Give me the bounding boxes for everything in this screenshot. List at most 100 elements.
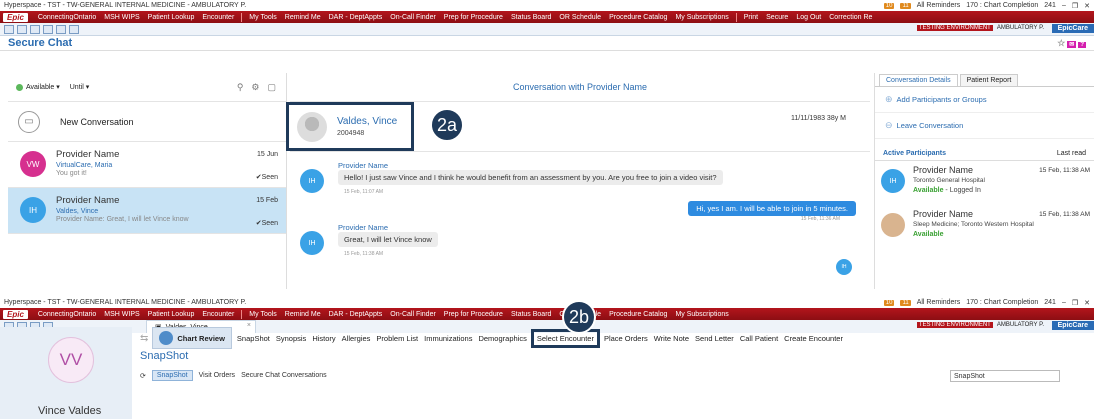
tab-snapshot[interactable]: SnapShot bbox=[235, 331, 272, 346]
create-encounter-button[interactable]: Create Encounter bbox=[782, 331, 845, 346]
menu-item[interactable]: OR Schedule bbox=[559, 14, 601, 21]
close-icon[interactable]: ✕ bbox=[1084, 299, 1090, 307]
menu-item[interactable]: Prep for Procedure bbox=[444, 311, 503, 318]
refresh-icon[interactable]: ⟳ bbox=[140, 372, 146, 380]
alert-badge[interactable]: 10 bbox=[883, 299, 895, 306]
epic-button[interactable]: Epic bbox=[3, 12, 28, 22]
epiccare-tab[interactable]: EpicCare bbox=[1051, 24, 1094, 33]
tab-patient-report[interactable]: Patient Report bbox=[959, 74, 1019, 86]
menu-item[interactable]: My Subscriptions bbox=[675, 311, 728, 318]
menu-item[interactable]: Encounter bbox=[202, 311, 234, 318]
select-encounter-button[interactable]: Select Encounter bbox=[530, 328, 600, 348]
leave-conversation-link[interactable]: ⊖ Leave Conversation bbox=[875, 113, 1094, 139]
toolbar-icon[interactable] bbox=[43, 24, 53, 34]
conversation-item[interactable]: VW Provider Name VirtualCare, Maria You … bbox=[8, 142, 286, 188]
call-patient-button[interactable]: Call Patient bbox=[738, 331, 780, 346]
menu-item[interactable]: My Tools bbox=[249, 14, 277, 21]
toolbar-icon[interactable] bbox=[17, 24, 27, 34]
minimize-icon[interactable]: – bbox=[1062, 2, 1066, 9]
epic-menubar: Epic ConnectingOntario MSH WIPS Patient … bbox=[0, 308, 1094, 320]
toolbar-icon[interactable] bbox=[56, 24, 66, 34]
reminder-badge[interactable]: 11 bbox=[900, 299, 911, 306]
inbox-count[interactable]: 241 bbox=[1044, 299, 1056, 306]
menu-item[interactable]: ConnectingOntario bbox=[38, 311, 96, 318]
add-participants-link[interactable]: ⊕ Add Participants or Groups bbox=[875, 87, 1094, 113]
menu-item[interactable]: On-Call Finder bbox=[390, 311, 436, 318]
tab-history[interactable]: History bbox=[310, 331, 337, 346]
all-reminders[interactable]: All Reminders bbox=[917, 299, 961, 306]
tab-immunizations[interactable]: Immunizations bbox=[422, 331, 474, 346]
back-forward-icon[interactable]: ⇆ bbox=[140, 333, 148, 344]
alert-badge[interactable]: 10 bbox=[883, 2, 895, 9]
inbox-count[interactable]: 241 bbox=[1044, 2, 1056, 9]
epic-button[interactable]: Epic bbox=[3, 309, 28, 319]
callout-2a: 2a bbox=[430, 108, 464, 142]
settings-icon[interactable]: ⚙ bbox=[251, 82, 259, 93]
menu-item[interactable]: My Subscriptions bbox=[675, 14, 728, 21]
tab-demographics[interactable]: Demographics bbox=[476, 331, 528, 346]
menu-item[interactable]: Patient Lookup bbox=[148, 14, 195, 21]
all-reminders[interactable]: All Reminders bbox=[917, 2, 961, 9]
maximize-icon[interactable]: ❐ bbox=[1072, 299, 1078, 307]
compose-icon[interactable]: ▢ bbox=[267, 82, 276, 93]
minimize-icon[interactable]: – bbox=[1062, 299, 1066, 306]
toolbar-icon[interactable] bbox=[30, 24, 40, 34]
print-menu[interactable]: Print bbox=[744, 14, 758, 21]
menu-item[interactable]: Procedure Catalog bbox=[609, 14, 667, 21]
patient-name[interactable]: Valdes, Vince bbox=[337, 116, 397, 127]
secure-chat-conversations-button[interactable]: Secure Chat Conversations bbox=[241, 372, 327, 379]
tab-problem-list[interactable]: Problem List bbox=[374, 331, 420, 346]
menu-item[interactable]: My Tools bbox=[249, 311, 277, 318]
menu-item[interactable]: DAR - DeptAppts bbox=[329, 311, 383, 318]
report-search-input[interactable] bbox=[950, 370, 1060, 382]
maximize-icon[interactable]: ❐ bbox=[1072, 2, 1078, 10]
help-icon[interactable]: ? bbox=[1078, 42, 1086, 48]
menu-item[interactable]: DAR - DeptAppts bbox=[329, 14, 383, 21]
tab-conversation-details[interactable]: Conversation Details bbox=[879, 74, 958, 86]
epiccare-tab[interactable]: EpicCare bbox=[1051, 321, 1094, 330]
chart-completion[interactable]: 170 : Chart Completion bbox=[966, 2, 1038, 9]
chat-icon[interactable] bbox=[69, 24, 79, 34]
participant-org: Sleep Medicine; Toronto Western Hospital bbox=[913, 221, 1034, 228]
toolbar-icon[interactable] bbox=[4, 24, 14, 34]
menu-item[interactable]: Encounter bbox=[202, 14, 234, 21]
menu-item[interactable]: Remind Me bbox=[285, 14, 321, 21]
menu-item[interactable]: Prep for Procedure bbox=[444, 14, 503, 21]
tab-synopsis[interactable]: Synopsis bbox=[274, 331, 308, 346]
patient-avatar[interactable]: VV bbox=[48, 337, 94, 383]
visit-orders-button[interactable]: Visit Orders bbox=[199, 372, 235, 379]
avatar: IH bbox=[881, 169, 905, 193]
menu-item[interactable]: On-Call Finder bbox=[390, 14, 436, 21]
menu-item[interactable]: Patient Lookup bbox=[148, 311, 195, 318]
chart-review-button[interactable]: Chart Review bbox=[152, 327, 232, 349]
storyboard-patient-name[interactable]: Vince Valdes bbox=[38, 405, 101, 417]
secure-menu[interactable]: Secure bbox=[766, 14, 788, 21]
menu-item[interactable]: MSH WIPS bbox=[104, 311, 139, 318]
reminder-badge[interactable]: 11 bbox=[900, 2, 911, 9]
place-orders-button[interactable]: Place Orders bbox=[602, 331, 650, 346]
provider-photo-icon bbox=[881, 213, 905, 237]
chart-completion[interactable]: 170 : Chart Completion bbox=[966, 299, 1038, 306]
send-letter-button[interactable]: Send Letter bbox=[693, 331, 736, 346]
until-dropdown[interactable]: Until ▾ bbox=[70, 83, 89, 91]
mail-icon[interactable]: ✉ bbox=[1067, 41, 1077, 48]
header-provider-name[interactable]: Provider Name bbox=[587, 82, 647, 92]
menu-item[interactable]: ConnectingOntario bbox=[38, 14, 96, 21]
patient-context-box[interactable]: Valdes, Vince 2004948 bbox=[286, 102, 414, 151]
write-note-button[interactable]: Write Note bbox=[652, 331, 691, 346]
header-prefix: Conversation with bbox=[512, 82, 585, 92]
correction-menu[interactable]: Correction Re bbox=[829, 14, 872, 21]
menu-item[interactable]: Procedure Catalog bbox=[609, 311, 667, 318]
close-icon[interactable]: ✕ bbox=[1084, 2, 1090, 10]
filter-icon[interactable]: ⚲ bbox=[237, 82, 244, 93]
menu-item[interactable]: Remind Me bbox=[285, 311, 321, 318]
menu-item[interactable]: Status Board bbox=[511, 311, 551, 318]
snapshot-report-button[interactable]: SnapShot bbox=[151, 370, 193, 381]
logout-menu[interactable]: Log Out bbox=[796, 14, 821, 21]
tab-allergies[interactable]: Allergies bbox=[340, 331, 373, 346]
new-conversation-button[interactable]: ▭ New Conversation bbox=[8, 102, 286, 142]
menu-item[interactable]: Status Board bbox=[511, 14, 551, 21]
conversation-item-selected[interactable]: IH Provider Name Valdes, Vince Provider … bbox=[8, 188, 286, 234]
menu-item[interactable]: MSH WIPS bbox=[104, 14, 139, 21]
status-dropdown[interactable]: Available ▾ bbox=[16, 83, 60, 91]
